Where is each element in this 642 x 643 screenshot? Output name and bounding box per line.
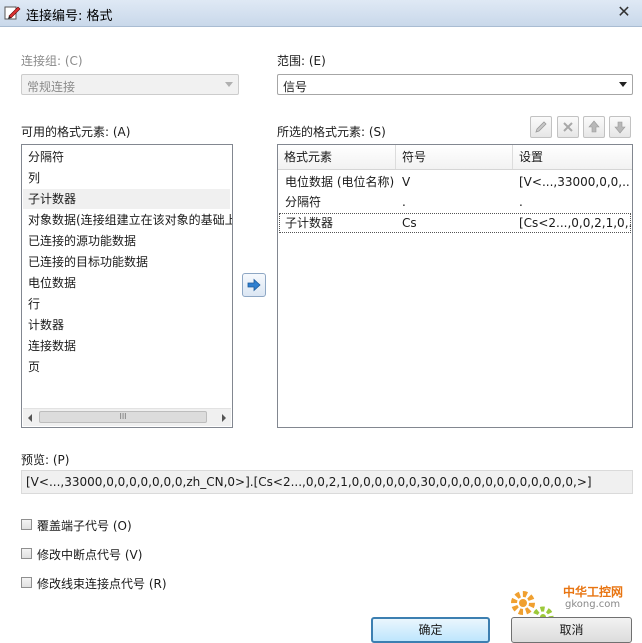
list-item[interactable]: 页	[28, 357, 40, 377]
table-cell: 分隔符	[285, 195, 322, 209]
close-icon[interactable]: ✕	[614, 2, 634, 22]
table-row[interactable]: 电位数据 (电位名称) V [V<...,33000,0,0,...	[279, 172, 631, 192]
selected-elements-table[interactable]: 格式元素 符号 设置 电位数据 (电位名称) V [V<...,33000,0,…	[277, 144, 633, 428]
preview-field: [V<...,33000,0,0,0,0,0,0,0,zh_CN,0>].[Cs…	[21, 470, 633, 494]
list-item[interactable]: 已连接的目标功能数据	[28, 252, 148, 272]
table-row[interactable]: 子计数器 Cs [Cs<2...,0,0,2,1,0,...	[279, 213, 631, 233]
move-down-button[interactable]	[609, 116, 631, 138]
list-item[interactable]: 对象数据(连接组建立在该对象的基础上)	[28, 210, 232, 230]
delete-icon	[563, 122, 573, 132]
table-cell: [V<...,33000,0,0,...	[519, 175, 631, 189]
cancel-button[interactable]: 取消	[511, 617, 632, 643]
list-item[interactable]: 子计数器	[23, 189, 230, 209]
table-cell: V	[402, 175, 411, 189]
list-item[interactable]: 已连接的源功能数据	[28, 231, 136, 251]
table-cell: .	[519, 195, 523, 209]
table-cell: 子计数器	[285, 216, 334, 230]
horizontal-scrollbar[interactable]: III	[23, 408, 231, 426]
watermark-title: 中华工控网	[563, 585, 624, 599]
checkbox-label[interactable]: 修改线束连接点代号 (R)	[37, 575, 167, 592]
selected-elements-label: 所选的格式元素: (S)	[277, 125, 386, 139]
chevron-down-icon	[619, 82, 627, 87]
checkbox-label[interactable]: 修改中断点代号 (V)	[37, 546, 142, 563]
list-item[interactable]: 计数器	[28, 315, 64, 335]
add-element-button[interactable]	[242, 273, 266, 297]
scope-value: 信号	[283, 80, 308, 94]
table-cell: [Cs<2...,0,0,2,1,0,...	[519, 216, 631, 230]
checkbox[interactable]	[21, 577, 32, 588]
scroll-right-icon[interactable]	[222, 414, 226, 422]
list-item[interactable]: 行	[28, 294, 40, 314]
delete-button[interactable]	[557, 116, 579, 138]
watermark-url: gkong.com	[565, 599, 621, 610]
app-icon	[4, 6, 21, 20]
pencil-icon	[535, 121, 547, 133]
connection-group-value: 常规连接	[27, 80, 76, 94]
scroll-thumb[interactable]: III	[39, 411, 207, 423]
checkbox[interactable]	[21, 548, 32, 559]
connection-group-label: 连接组: (C)	[21, 54, 83, 68]
scope-label: 范围: (E)	[277, 54, 326, 68]
window-title: 连接编号: 格式	[26, 9, 113, 24]
ok-button[interactable]: 确定	[371, 617, 490, 643]
checkbox-label[interactable]: 覆盖端子代号 (O)	[37, 517, 132, 534]
table-cell: 电位数据 (电位名称)	[285, 175, 395, 189]
list-item[interactable]: 连接数据	[28, 336, 76, 356]
column-header[interactable]: 设置	[513, 145, 631, 169]
list-item[interactable]: 电位数据	[28, 273, 76, 293]
column-header[interactable]: 符号	[396, 145, 513, 169]
arrow-down-icon	[614, 121, 626, 134]
dialog-body: 连接组: (C) 常规连接 范围: (E) 信号 可用的格式元素: (A) 分隔…	[0, 27, 642, 643]
table-row[interactable]: 分隔符 . .	[279, 192, 631, 212]
edit-button[interactable]	[530, 116, 552, 138]
scroll-left-icon[interactable]	[28, 414, 32, 422]
available-elements-list[interactable]: 分隔符 列 子计数器 对象数据(连接组建立在该对象的基础上) 已连接的源功能数据…	[21, 144, 233, 428]
table-cell: Cs	[402, 216, 417, 230]
title-bar: 连接编号: 格式 ✕	[0, 0, 642, 27]
table-header: 格式元素 符号 设置	[278, 145, 632, 170]
list-item[interactable]: 列	[28, 168, 40, 188]
arrow-up-icon	[588, 120, 600, 133]
move-up-button[interactable]	[583, 116, 605, 138]
arrow-right-icon	[247, 278, 261, 292]
column-header[interactable]: 格式元素	[278, 145, 396, 169]
table-cell: .	[402, 195, 406, 209]
chevron-down-icon	[225, 82, 233, 87]
scope-select[interactable]: 信号	[277, 74, 633, 95]
list-item[interactable]: 分隔符	[28, 147, 64, 167]
available-elements-label: 可用的格式元素: (A)	[21, 125, 131, 139]
preview-label: 预览: (P)	[21, 453, 70, 467]
connection-group-select[interactable]: 常规连接	[21, 74, 239, 95]
checkbox[interactable]	[21, 519, 32, 530]
